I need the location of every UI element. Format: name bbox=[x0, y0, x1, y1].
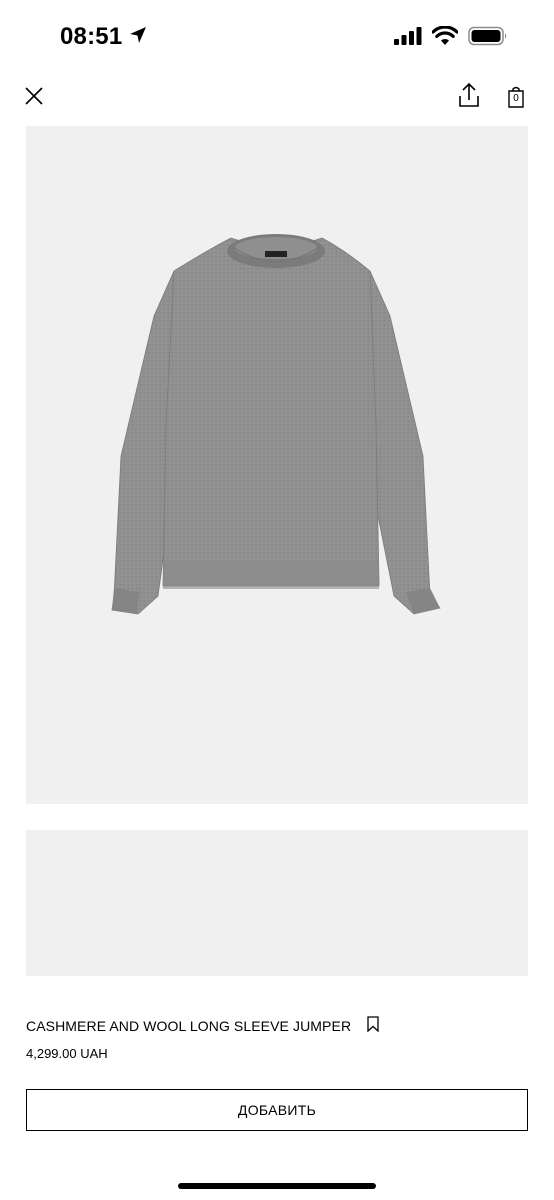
sweater-image bbox=[111, 234, 441, 615]
close-icon bbox=[24, 86, 44, 111]
status-time-group: 08:51 bbox=[60, 22, 148, 52]
add-to-cart-label: ДОБАВИТЬ bbox=[237, 1102, 317, 1118]
status-time: 08:51 bbox=[60, 23, 123, 50]
battery-icon bbox=[468, 26, 508, 51]
cellular-signal-icon bbox=[394, 27, 422, 50]
close-button[interactable] bbox=[20, 84, 48, 112]
bookmark-button[interactable] bbox=[365, 1015, 381, 1037]
bag-count: 0 bbox=[513, 93, 519, 104]
product-title: CASHMERE AND WOOL LONG SLEEVE JUMPER bbox=[26, 1018, 352, 1034]
bookmark-icon bbox=[366, 1015, 380, 1037]
share-button[interactable] bbox=[455, 82, 483, 112]
product-title-row: CASHMERE AND WOOL LONG SLEEVE JUMPER bbox=[26, 1015, 381, 1037]
shopping-bag-icon: 0 bbox=[503, 84, 529, 110]
add-to-cart-button[interactable]: ДОБАВИТЬ bbox=[26, 1089, 528, 1131]
product-image[interactable] bbox=[26, 126, 528, 804]
shopping-bag-button[interactable]: 0 bbox=[502, 82, 530, 112]
wifi-icon bbox=[431, 25, 459, 51]
location-arrow-icon bbox=[128, 25, 148, 50]
home-indicator[interactable] bbox=[178, 1183, 376, 1189]
share-icon bbox=[457, 82, 481, 113]
product-price: 4,299.00 UAH bbox=[26, 1046, 108, 1061]
status-bar: 08:51 bbox=[0, 0, 554, 76]
status-icons bbox=[394, 25, 508, 51]
product-image-secondary[interactable] bbox=[26, 830, 528, 976]
